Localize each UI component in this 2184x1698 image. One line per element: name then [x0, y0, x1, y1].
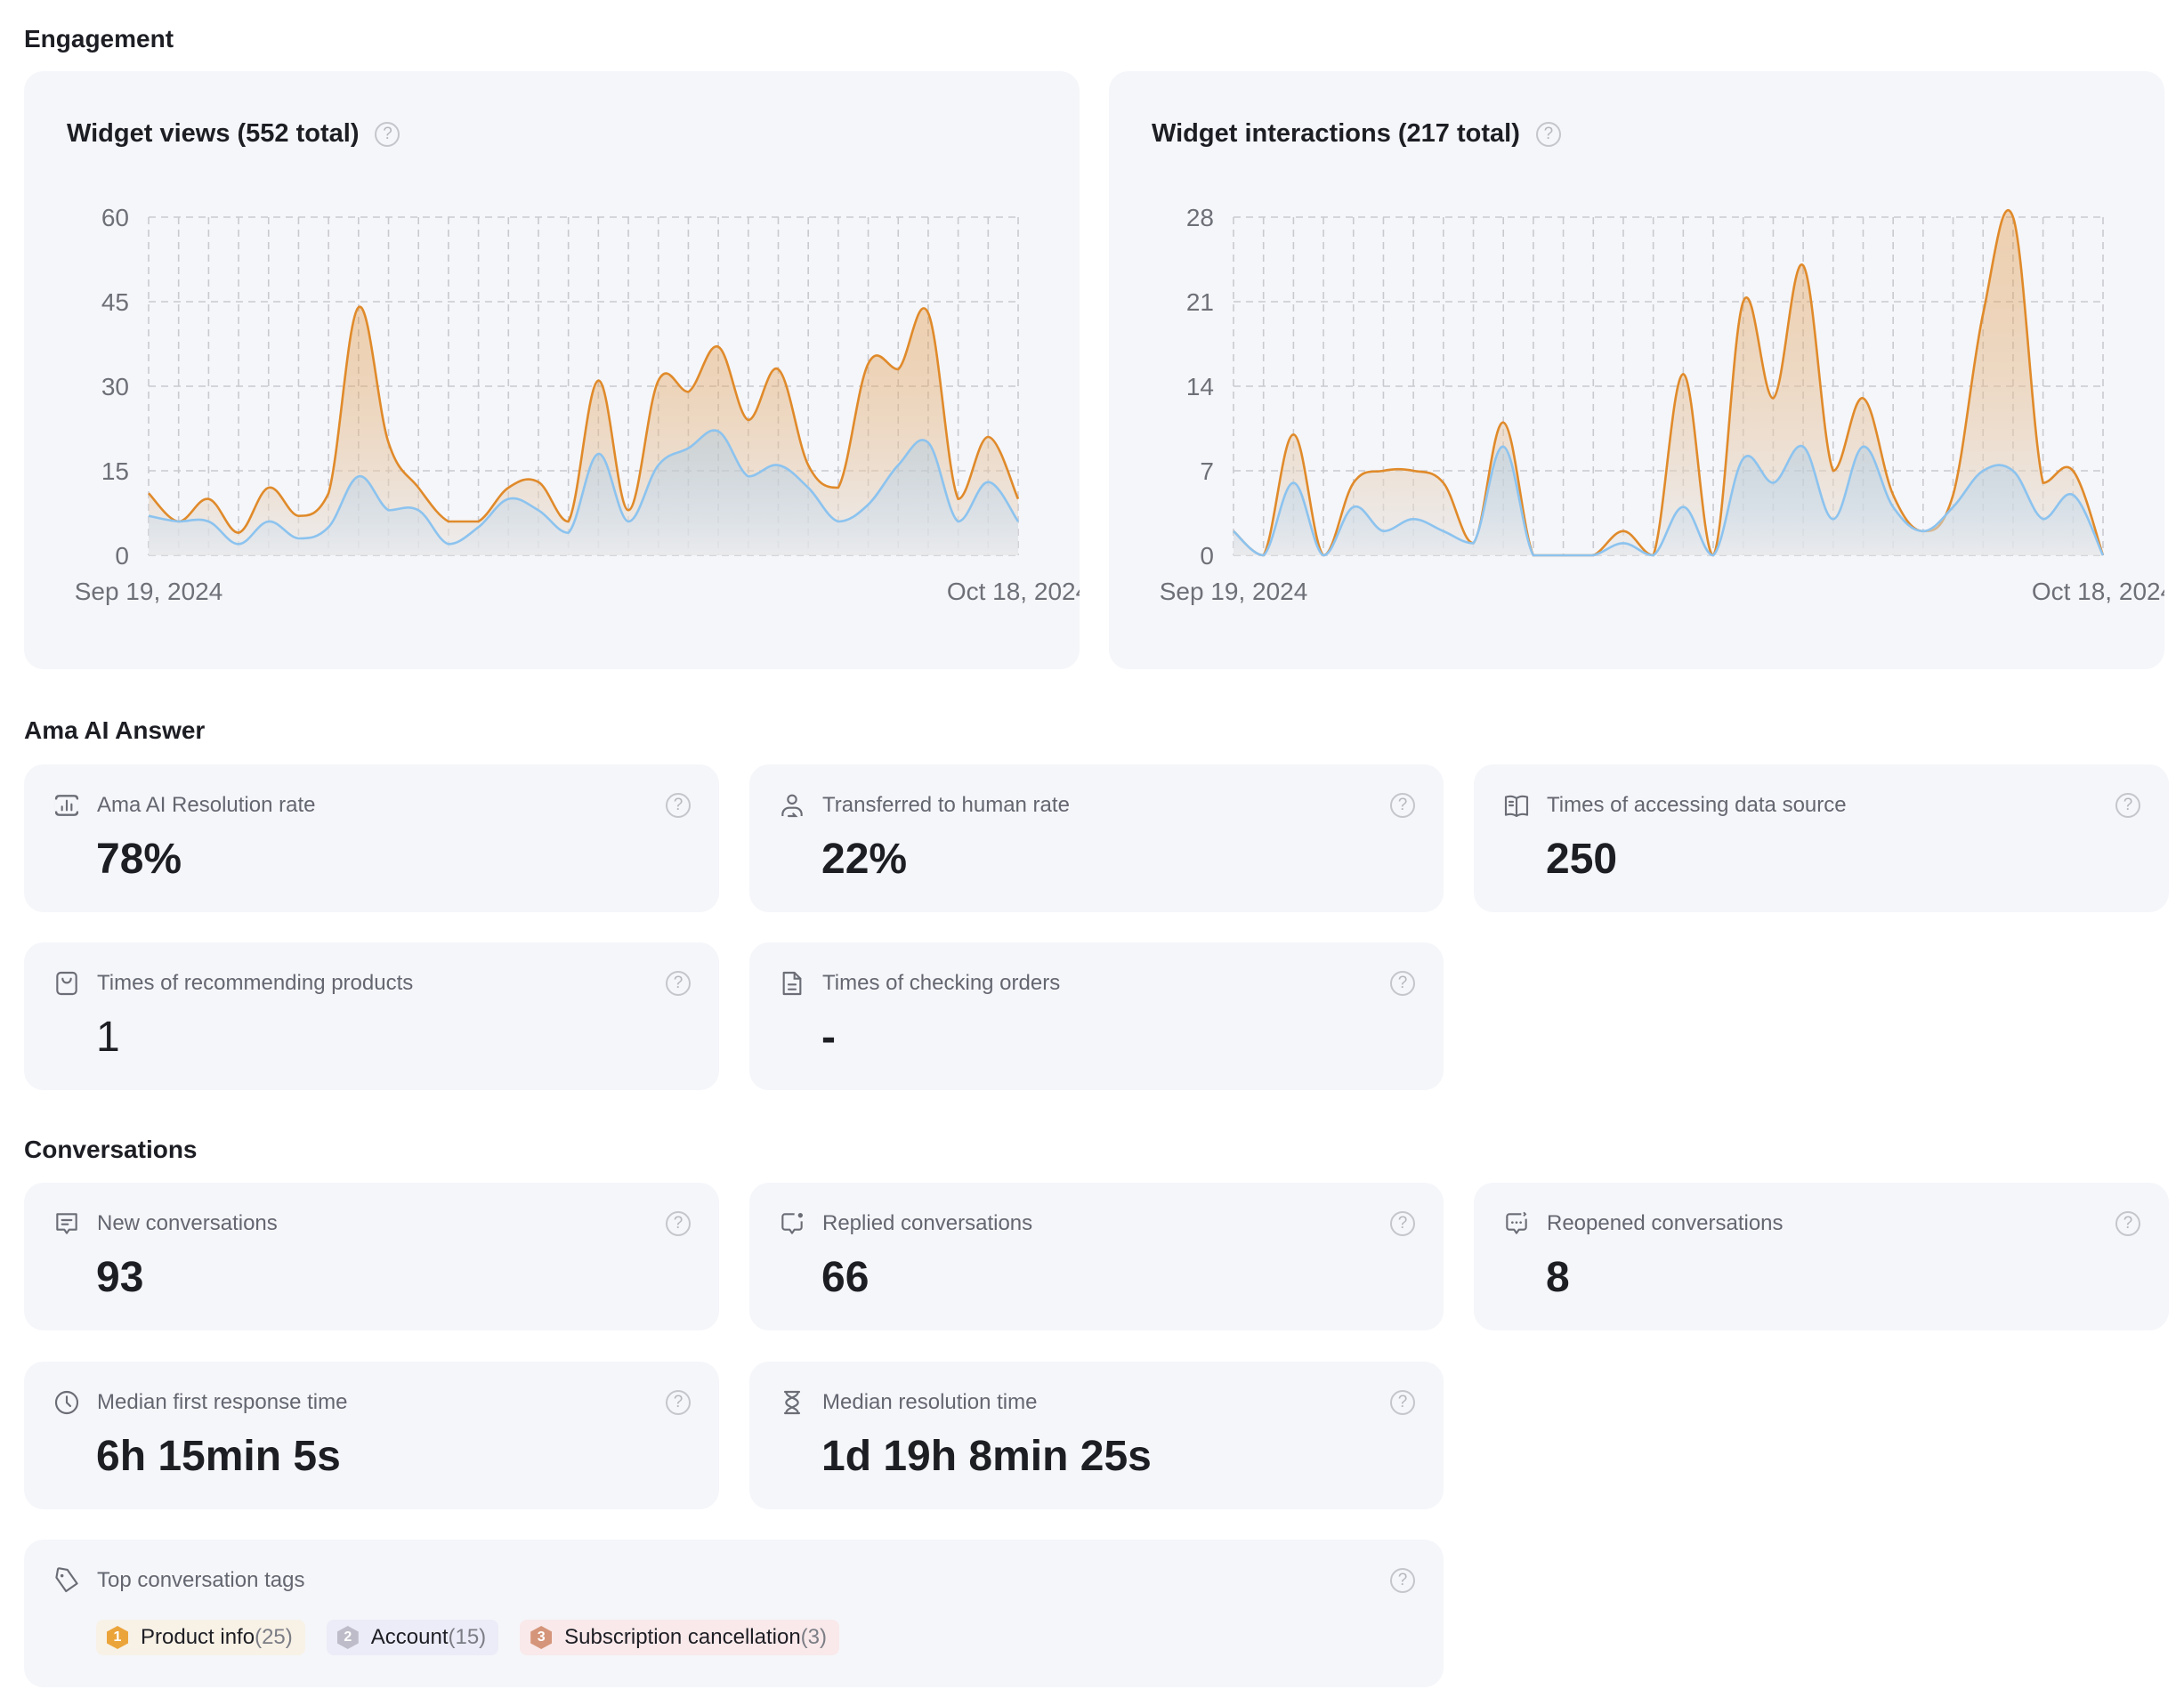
top-tags-card: Top conversation tags ? 1 Product info (…	[24, 1540, 1444, 1687]
question-circle-icon[interactable]: ?	[666, 793, 691, 818]
question-circle-icon[interactable]: ?	[666, 1390, 691, 1415]
tag-icon	[55, 1567, 78, 1593]
book-open-icon	[1504, 795, 1529, 818]
section-title-ama-ai-answer: Ama AI Answer	[24, 716, 206, 744]
tag-account[interactable]: 2 Account (15)	[326, 1620, 499, 1655]
metric-value: -	[821, 1014, 836, 1061]
question-circle-icon[interactable]: ?	[1390, 1390, 1415, 1415]
question-circle-icon[interactable]: ?	[1390, 1211, 1415, 1236]
tag-count: (25)	[255, 1625, 293, 1649]
shopping-bag-icon	[56, 971, 77, 996]
metric-label: Top conversation tags	[97, 1568, 305, 1592]
y-tick-label: 15	[101, 457, 129, 485]
metric-value: 250	[1546, 836, 1618, 883]
x-tick-label-end: Oct 18, 2024	[947, 578, 1080, 605]
section-title-conversations: Conversations	[24, 1136, 198, 1163]
tag-list: 1 Product info (25) 2 Account (15) 3 Sub…	[96, 1620, 840, 1655]
metric-label: Times of accessing data source	[1547, 793, 1847, 817]
widget-interactions-card: Widget interactions (217 total) ? 0 7 14 21…	[1109, 71, 2164, 669]
metric-value: 8	[1546, 1254, 1570, 1301]
bar-chart-icon	[54, 795, 79, 816]
document-icon	[782, 971, 802, 996]
widget-interactions-chart: 0 7 14 21 28 Sep 19, 2024 Oct 18, 2024	[1160, 204, 2164, 605]
metric-label: Ama AI Resolution rate	[97, 793, 316, 817]
metric-label: Median resolution time	[822, 1390, 1038, 1414]
metric-label: Transferred to human rate	[822, 793, 1070, 817]
question-circle-icon[interactable]: ?	[2115, 793, 2140, 818]
metric-value: 6h 15min 5s	[96, 1433, 341, 1480]
metric-card-median-first-response: Median first response time ? 6h 15min 5s	[24, 1362, 719, 1509]
metric-label: New conversations	[97, 1211, 278, 1235]
metric-card-data-source: Times of accessing data source ? 250	[1474, 764, 2169, 912]
question-circle-icon[interactable]: ?	[1390, 1568, 1415, 1593]
metric-label: Times of checking orders	[822, 971, 1061, 995]
tag-product-info[interactable]: 1 Product info (25)	[96, 1620, 305, 1655]
tag-count: (3)	[800, 1625, 828, 1649]
y-tick-label: 21	[1186, 288, 1214, 316]
y-tick-label: 28	[1186, 204, 1214, 231]
question-circle-icon[interactable]: ?	[1390, 793, 1415, 818]
y-tick-label: 45	[101, 288, 129, 316]
metric-value: 78%	[96, 836, 182, 883]
rank-badge: 1	[107, 1626, 128, 1649]
metric-label: Median first response time	[97, 1390, 348, 1414]
question-circle-icon[interactable]: ?	[1390, 971, 1415, 996]
tag-name: Subscription cancellation	[564, 1625, 801, 1649]
question-circle-icon[interactable]: ?	[666, 971, 691, 996]
chat-dots-icon	[1506, 1211, 1527, 1234]
y-tick-label: 0	[1200, 542, 1214, 570]
metric-label: Reopened conversations	[1547, 1211, 1784, 1235]
section-title-engagement: Engagement	[24, 25, 174, 53]
tag-subscription-cancellation[interactable]: 3 Subscription cancellation (3)	[520, 1620, 840, 1655]
hourglass-icon	[783, 1390, 801, 1415]
metric-value: 66	[821, 1254, 870, 1301]
metric-card-transferred-rate: Transferred to human rate ? 22%	[749, 764, 1444, 912]
metric-card-recommending-products: Times of recommending products ? 1	[24, 942, 719, 1090]
metric-value: 93	[96, 1254, 144, 1301]
tag-name: Account	[370, 1625, 449, 1649]
rank-badge: 2	[336, 1626, 359, 1649]
x-tick-label-end: Oct 18, 2024	[2032, 578, 2164, 605]
metric-card-resolution-rate: Ama AI Resolution rate ? 78%	[24, 764, 719, 912]
x-tick-label-start: Sep 19, 2024	[75, 578, 223, 605]
rank-badge: 3	[530, 1626, 553, 1649]
metric-card-replied-conversations: Replied conversations ? 66	[749, 1183, 1444, 1330]
x-tick-label-start: Sep 19, 2024	[1160, 578, 1308, 605]
metric-label: Replied conversations	[822, 1211, 1033, 1235]
metric-card-new-conversations: New conversations ? 93	[24, 1183, 719, 1330]
metric-card-reopened-conversations: Reopened conversations ? 8	[1474, 1183, 2169, 1330]
widget-views-card: Widget views (552 total) ? 0 15 30 45 60 Sep …	[24, 71, 1080, 669]
question-circle-icon[interactable]: ?	[2115, 1211, 2140, 1236]
metric-label: Times of recommending products	[97, 971, 414, 995]
question-circle-icon[interactable]: ?	[666, 1211, 691, 1236]
chat-lines-icon	[56, 1213, 77, 1234]
y-tick-label: 60	[101, 204, 129, 231]
metric-card-median-resolution: Median resolution time ? 1d 19h 8min 25s	[749, 1362, 1444, 1509]
metric-value: 1d 19h 8min 25s	[821, 1433, 1152, 1480]
tag-name: Product info	[141, 1625, 255, 1649]
user-transfer-icon	[781, 794, 803, 818]
metric-value: 22%	[821, 836, 908, 883]
y-tick-label: 14	[1186, 373, 1214, 400]
widget-views-chart: 0 15 30 45 60 Sep 19, 2024 Oct 18, 2024	[75, 204, 1080, 605]
tag-count: (15)	[448, 1625, 487, 1649]
metric-card-checking-orders: Times of checking orders ? -	[749, 942, 1444, 1090]
clock-icon	[54, 1390, 79, 1415]
metric-value: 1	[96, 1014, 120, 1061]
chat-reply-icon	[781, 1213, 803, 1234]
y-tick-label: 0	[115, 542, 129, 570]
y-tick-label: 7	[1200, 457, 1214, 485]
y-tick-label: 30	[101, 373, 129, 400]
